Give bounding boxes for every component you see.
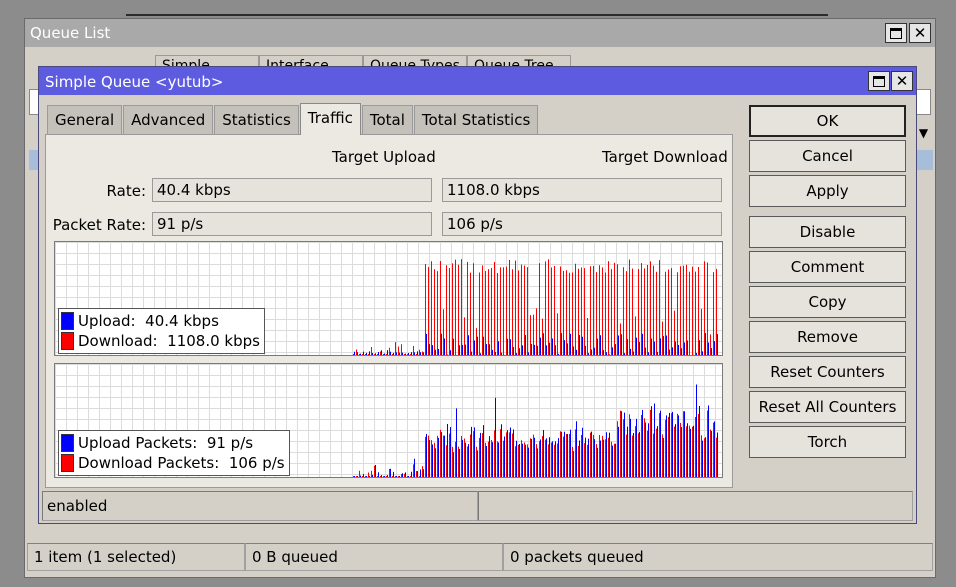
tab-advanced[interactable]: Advanced: [123, 105, 214, 134]
legend-upload: Upload: 40.4 kbps: [61, 311, 260, 331]
packet-rate-download-field: 106 p/s: [442, 212, 722, 236]
tab-general[interactable]: General: [47, 105, 123, 134]
disable-button[interactable]: Disable: [749, 216, 906, 248]
legend-download-packets-value: 106 p/s: [228, 454, 285, 472]
legend-download-label: Download:: [78, 332, 158, 350]
legend-download-packets-label: Download Packets:: [78, 454, 220, 472]
upload-swatch: [61, 312, 74, 330]
remove-button[interactable]: Remove: [749, 321, 906, 353]
tab-traffic[interactable]: Traffic: [299, 103, 361, 135]
close-button[interactable]: ✕: [909, 23, 931, 43]
packet-rate-label: Packet Rate:: [52, 216, 146, 234]
close-icon: ✕: [895, 71, 909, 90]
cancel-button[interactable]: Cancel: [749, 140, 906, 172]
packet-rate-upload-field: 91 p/s: [152, 212, 432, 236]
reset-all-counters-button[interactable]: Reset All Counters: [749, 391, 906, 423]
comment-button[interactable]: Comment: [749, 251, 906, 283]
rate-download-field: 1108.0 kbps: [442, 178, 722, 202]
upload-packets-swatch: [61, 434, 74, 452]
tab-total-statistics[interactable]: Total Statistics: [413, 105, 539, 134]
tab-statistics[interactable]: Statistics: [214, 105, 299, 134]
download-swatch: [61, 332, 74, 350]
legend-download-packets: Download Packets: 106 p/s: [61, 453, 285, 473]
maximize-icon: [890, 27, 902, 39]
target-download-header: Target Download: [602, 148, 728, 166]
dialog-title: Simple Queue <yutub>: [45, 73, 224, 91]
rate-upload-field: 40.4 kbps: [152, 178, 432, 202]
dialog-close-button[interactable]: ✕: [891, 71, 913, 91]
rate-graph: Upload: 40.4 kbps Download: 1108.0 kbps: [54, 241, 723, 356]
bytes-queued: 0 B queued: [245, 543, 503, 571]
legend-download-value: 1108.0 kbps: [167, 332, 260, 350]
download-packets-swatch: [61, 454, 74, 472]
dialog-status-bar: enabled: [42, 491, 913, 521]
chevron-down-icon: ▼: [918, 126, 929, 140]
dialog-tabs: General Advanced Statistics Traffic Tota…: [47, 103, 539, 135]
status-empty: [478, 491, 913, 521]
legend-upload-packets: Upload Packets: 91 p/s: [61, 433, 285, 453]
maximize-icon: [873, 75, 885, 87]
tab-total[interactable]: Total: [361, 105, 413, 134]
legend-upload-packets-label: Upload Packets:: [78, 434, 198, 452]
legend-download: Download: 1108.0 kbps: [61, 331, 260, 351]
maximize-button[interactable]: [885, 23, 907, 43]
background-window-edge: [126, 14, 828, 16]
reset-counters-button[interactable]: Reset Counters: [749, 356, 906, 388]
item-count: 1 item (1 selected): [27, 543, 245, 571]
queue-status-bar: 1 item (1 selected) 0 B queued 0 packets…: [27, 543, 933, 571]
ok-button[interactable]: OK: [749, 105, 906, 137]
legend-upload-value: 40.4 kbps: [145, 312, 219, 330]
packet-legend: Upload Packets: 91 p/s Download Packets:…: [58, 430, 290, 476]
packets-queued: 0 packets queued: [503, 543, 933, 571]
simple-queue-dialog: Simple Queue <yutub> ✕ General Advanced …: [38, 66, 917, 524]
packet-graph: Upload Packets: 91 p/s Download Packets:…: [54, 363, 723, 478]
rate-legend: Upload: 40.4 kbps Download: 1108.0 kbps: [58, 308, 265, 354]
close-icon: ✕: [913, 23, 927, 42]
rate-label: Rate:: [106, 182, 146, 200]
dialog-titlebar[interactable]: Simple Queue <yutub> ✕: [39, 67, 916, 95]
target-upload-header: Target Upload: [332, 148, 436, 166]
status-enabled: enabled: [42, 491, 478, 521]
torch-button[interactable]: Torch: [749, 426, 906, 458]
apply-button[interactable]: Apply: [749, 175, 906, 207]
traffic-panel: Target Upload Target Download Rate: 40.4…: [45, 134, 733, 488]
legend-upload-label: Upload:: [78, 312, 136, 330]
legend-upload-packets-value: 91 p/s: [206, 434, 254, 452]
queue-list-title: Queue List: [30, 24, 111, 42]
copy-button[interactable]: Copy: [749, 286, 906, 318]
dialog-maximize-button[interactable]: [868, 71, 890, 91]
queue-list-titlebar[interactable]: Queue List ✕: [25, 19, 935, 47]
